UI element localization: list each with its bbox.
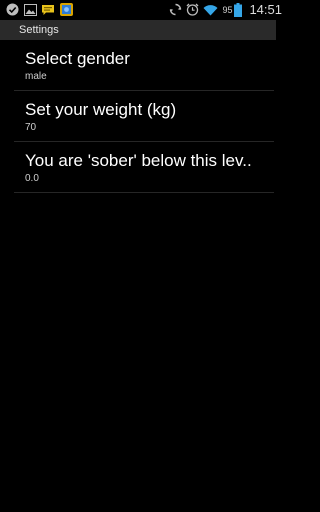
preference-gender[interactable]: Select gender male [14, 40, 274, 91]
image-icon[interactable] [23, 3, 37, 17]
preference-title: You are 'sober' below this lev.. [25, 151, 252, 170]
check-circle-icon[interactable] [5, 3, 19, 17]
page-title: Settings [19, 24, 59, 36]
wifi-icon [203, 4, 218, 16]
sync-icon [169, 3, 182, 16]
preference-summary: male [25, 71, 47, 82]
battery-level: 95 [222, 4, 233, 15]
preference-weight[interactable]: Set your weight (kg) 70 [14, 91, 274, 142]
preference-summary: 70 [25, 122, 37, 133]
notification-area [0, 3, 73, 17]
preference-list: Select gender male Set your weight (kg) … [14, 40, 274, 193]
title-bar: Settings [0, 20, 276, 40]
status-bar: 95 14:51 [0, 0, 288, 19]
preference-title: Set your weight (kg) [25, 100, 177, 119]
clock: 14:51 [249, 2, 282, 17]
preference-sober-threshold[interactable]: You are 'sober' below this lev.. 0.0 [14, 142, 274, 193]
battery-icon [234, 2, 243, 17]
alarm-icon [186, 3, 199, 16]
system-icons: 95 14:51 [169, 2, 288, 17]
photo-app-icon[interactable] [59, 3, 73, 17]
chat-bubble-icon[interactable] [41, 3, 55, 17]
preference-summary: 0.0 [25, 173, 39, 184]
preference-title: Select gender [25, 49, 130, 68]
